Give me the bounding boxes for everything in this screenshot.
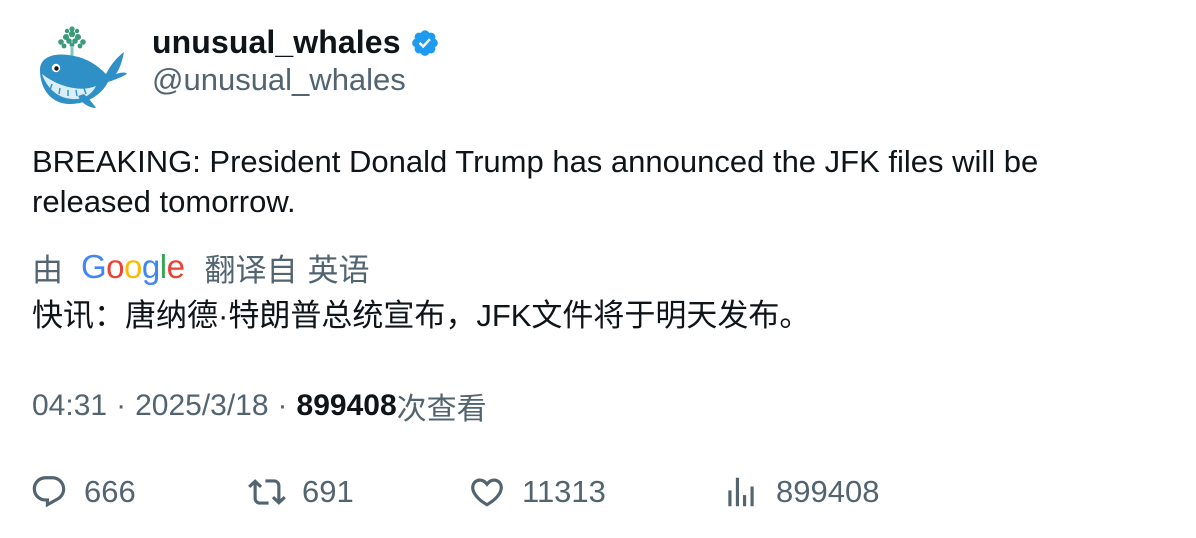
avatar[interactable] bbox=[30, 22, 128, 114]
action-bar: 666 691 11313 899408 bbox=[30, 468, 1170, 516]
meta-separator: · bbox=[116, 389, 127, 422]
like-button[interactable]: 11313 bbox=[468, 468, 606, 516]
reply-button[interactable]: 666 bbox=[30, 468, 136, 516]
views-button[interactable]: 899408 bbox=[722, 468, 879, 516]
tweet-text: BREAKING: President Donald Trump has ann… bbox=[32, 144, 1039, 219]
retweet-icon bbox=[248, 479, 286, 505]
google-logo: Google bbox=[81, 248, 185, 286]
tweet-meta: 04:31 · 2025/3/18 · 899408 次查看 bbox=[32, 384, 487, 428]
like-count: 11313 bbox=[522, 474, 606, 509]
views-label: 次查看 bbox=[396, 393, 487, 426]
meta-separator: · bbox=[277, 389, 288, 422]
author-handle[interactable]: @unusual_whales bbox=[152, 62, 440, 98]
translated-by-label: 由 bbox=[32, 252, 63, 288]
reply-count: 666 bbox=[84, 474, 136, 509]
views-count: 899408 bbox=[296, 389, 397, 422]
retweet-count: 691 bbox=[302, 474, 354, 509]
source-language: 英语 bbox=[307, 252, 370, 288]
heart-icon bbox=[471, 478, 503, 507]
translation-attribution: 由 Google 翻译自 英语 bbox=[32, 246, 369, 288]
tweet-time[interactable]: 04:31 bbox=[32, 389, 107, 423]
author-block: unusual_whales @unusual_whales bbox=[152, 22, 440, 98]
views-action-count: 899408 bbox=[776, 474, 880, 509]
display-name-row: unusual_whales bbox=[152, 22, 440, 62]
analytics-icon bbox=[728, 477, 754, 507]
verified-badge-icon[interactable] bbox=[410, 28, 440, 58]
tweet-date[interactable]: 2025/3/18 bbox=[135, 389, 268, 423]
retweet-button[interactable]: 691 bbox=[248, 468, 354, 516]
google-logo-text: Google bbox=[81, 248, 185, 285]
display-name[interactable]: unusual_whales bbox=[152, 24, 401, 61]
tweet-card: unusual_whales @unusual_whales BREAKING:… bbox=[0, 0, 1196, 538]
translated-text: 快讯：唐纳德·特朗普总统宣布，JFK文件将于明天发布。 bbox=[32, 298, 811, 333]
reply-icon bbox=[32, 476, 66, 508]
translated-from-label: 翻译自 bbox=[204, 252, 298, 288]
